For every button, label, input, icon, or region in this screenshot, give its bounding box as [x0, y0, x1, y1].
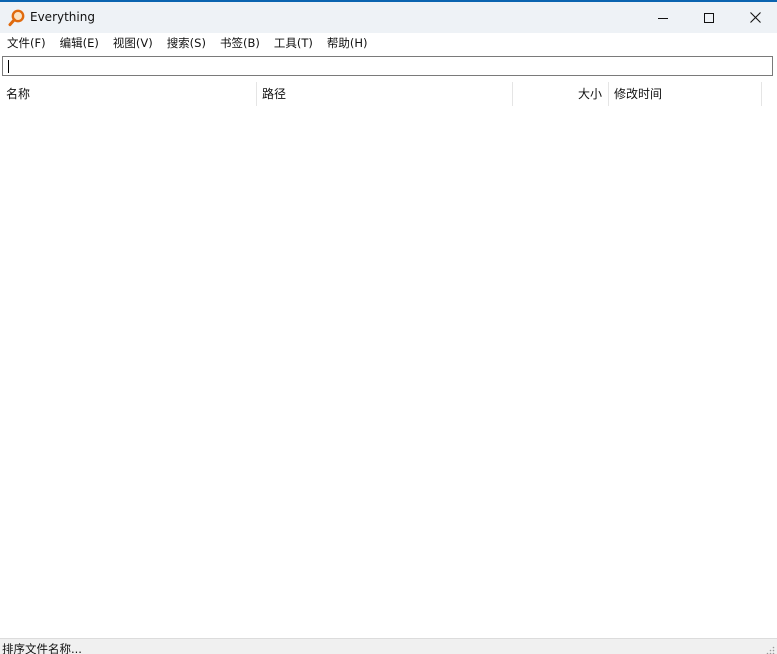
menu-search[interactable]: 搜索(S): [160, 33, 213, 53]
status-text: 排序文件名称...: [2, 642, 82, 654]
maximize-icon: [704, 12, 714, 23]
menu-help[interactable]: 帮助(H): [320, 33, 375, 53]
menu-tools[interactable]: 工具(T): [267, 33, 320, 53]
menu-file[interactable]: 文件(F): [0, 33, 53, 53]
title-bar[interactable]: Everything: [0, 2, 777, 33]
column-divider[interactable]: [761, 82, 762, 106]
column-header: 名称 路径 大小 修改时间: [0, 82, 777, 106]
close-button[interactable]: [732, 2, 777, 33]
close-icon: [749, 12, 761, 23]
maximize-button[interactable]: [686, 2, 732, 33]
column-path[interactable]: 路径: [256, 82, 512, 106]
window-title: Everything: [30, 10, 95, 24]
results-list[interactable]: [0, 106, 777, 638]
column-modified-time[interactable]: 修改时间: [608, 82, 762, 106]
minimize-button[interactable]: [640, 2, 686, 33]
text-caret: [8, 60, 9, 73]
menu-bookmarks[interactable]: 书签(B): [213, 33, 267, 53]
menu-bar: 文件(F) 编辑(E) 视图(V) 搜索(S) 书签(B) 工具(T) 帮助(H…: [0, 33, 777, 53]
menu-edit[interactable]: 编辑(E): [53, 33, 106, 53]
search-input[interactable]: [3, 57, 772, 75]
status-bar: 排序文件名称...: [0, 638, 777, 654]
minimize-icon: [658, 17, 668, 19]
column-size[interactable]: 大小: [512, 82, 608, 106]
app-window: Everything 文件(F) 编辑(E) 视图(V) 搜索(S) 书签(B)…: [0, 0, 777, 654]
column-name[interactable]: 名称: [0, 82, 256, 106]
search-box[interactable]: [2, 56, 773, 76]
resize-grip-icon[interactable]: [765, 644, 775, 654]
menu-view[interactable]: 视图(V): [106, 33, 160, 53]
magnifier-icon: [8, 9, 26, 27]
